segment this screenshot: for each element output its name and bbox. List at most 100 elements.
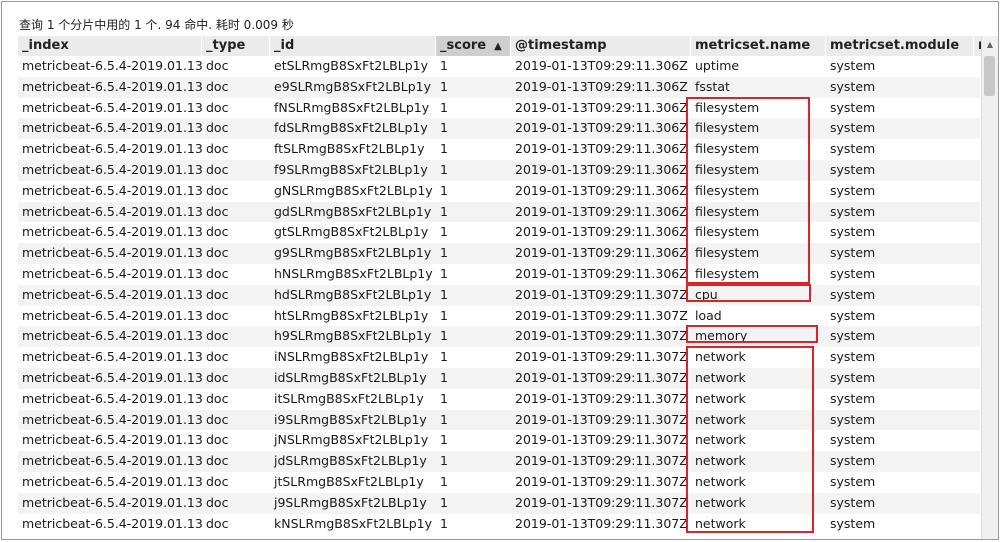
table-row[interactable]: metricbeat-6.5.4-2019.01.13 doc kNSLRmgB8S… (18, 514, 980, 535)
scroll-up-icon[interactable]: ▲ (982, 36, 998, 53)
vertical-scrollbar[interactable]: ▲ (981, 36, 998, 539)
cell-timestamp: 2019-01-13T09:29:11.307Z (511, 451, 691, 472)
cell-metricset-module: system (826, 326, 974, 348)
cell-more (974, 201, 980, 223)
cell-metricset-name: uptime (695, 58, 740, 73)
cell-more (974, 430, 980, 451)
cell-type: doc (206, 432, 229, 448)
cell-index: metricbeat-6.5.4-2019.01.13 (22, 515, 202, 531)
column-header-timestamp[interactable]: @timestamp (511, 36, 691, 56)
cell-type: doc (206, 474, 229, 489)
cell-score: 1 (436, 201, 511, 223)
column-header-metricset-name[interactable]: metricset.name (691, 36, 826, 56)
cell-more (974, 389, 980, 410)
cell-more (974, 451, 980, 472)
cell-metricset-module: system (826, 76, 974, 98)
cell-type: doc (202, 451, 270, 472)
column-header-score[interactable]: _score ▲ (436, 36, 511, 56)
cell-more (974, 472, 980, 493)
cell-index: metricbeat-6.5.4-2019.01.13 (18, 118, 202, 140)
table-row[interactable]: metricbeat-6.5.4-2019.01.13 doc iNSLRmgB8S… (18, 347, 980, 368)
cell-metricset-module: system (826, 160, 974, 181)
cell-score: 1 (436, 409, 511, 431)
cell-metricset-name: filesystem (691, 118, 826, 140)
cell-metricset-name: filesystem (691, 201, 826, 223)
cell-score: 1 (440, 182, 448, 198)
cell-index: metricbeat-6.5.4-2019.01.13 (22, 99, 202, 115)
sort-ascending-icon: ▲ (494, 41, 502, 52)
table-row[interactable]: metricbeat-6.5.4-2019.01.13 doc hNSLRmgB8S… (18, 264, 980, 285)
table-row[interactable]: metricbeat-6.5.4-2019.01.13 doc jtSLRmgB8S… (18, 472, 980, 493)
cell-more (974, 76, 980, 98)
cell-metricset-module: system (826, 368, 974, 389)
scrollbar-thumb[interactable] (984, 56, 995, 96)
table-row[interactable]: metricbeat-6.5.4-2019.01.13 doc h9SLRmgB8S… (18, 326, 980, 348)
cell-score: 1 (436, 492, 511, 514)
table-row[interactable]: metricbeat-6.5.4-2019.01.13 doc i9SLRmgB8S… (18, 409, 980, 431)
table-row[interactable]: metricbeat-6.5.4-2019.01.13 doc gdSLRmgB8S… (18, 201, 980, 223)
table-row[interactable]: metricbeat-6.5.4-2019.01.13 doc gtSLRmgB8S… (18, 222, 980, 243)
cell-metricset-module: system (826, 243, 974, 264)
table-row[interactable]: metricbeat-6.5.4-2019.01.13 doc fNSLRmgB8S… (18, 98, 980, 119)
cell-type: doc (206, 58, 229, 73)
table-row[interactable]: metricbeat-6.5.4-2019.01.13 doc j9SLRmgB8S… (18, 492, 980, 514)
cell-type: doc (202, 368, 270, 389)
cell-id: iNSLRmgB8SxFt2LBLp1y (274, 349, 429, 365)
cell-metricset-module: system (830, 266, 876, 281)
cell-score: 1 (440, 58, 448, 73)
cell-type: doc (206, 99, 229, 115)
table-row[interactable]: metricbeat-6.5.4-2019.01.13 doc e9SLRmgB8S… (18, 76, 980, 98)
table-row[interactable]: metricbeat-6.5.4-2019.01.13 doc gNSLRmgB8S… (18, 181, 980, 202)
column-header-type[interactable]: _type (202, 36, 270, 56)
cell-metricset-module: system (830, 224, 876, 240)
cell-timestamp: 2019-01-13T09:29:11.306Z (511, 76, 691, 98)
cell-timestamp: 2019-01-13T09:29:11.307Z (511, 492, 691, 514)
table-row[interactable]: metricbeat-6.5.4-2019.01.13 doc ftSLRmgB8S… (18, 139, 980, 160)
column-header-index[interactable]: _index (18, 36, 202, 56)
table-row[interactable]: metricbeat-6.5.4-2019.01.13 doc g9SLRmgB8S… (18, 243, 980, 264)
cell-metricset-name: load (695, 307, 722, 323)
table-row[interactable]: metricbeat-6.5.4-2019.01.13 doc idSLRmgB8S… (18, 368, 980, 389)
table-row[interactable]: metricbeat-6.5.4-2019.01.13 doc itSLRmgB8S… (18, 389, 980, 410)
cell-metricset-module: system (826, 118, 974, 140)
column-header-id[interactable]: _id (270, 36, 436, 56)
table-row[interactable]: metricbeat-6.5.4-2019.01.13 doc htSLRmgB8S… (18, 306, 980, 327)
cell-index: metricbeat-6.5.4-2019.01.13 (18, 201, 202, 223)
cell-metricset-module: system (826, 451, 974, 472)
cell-score: 1 (436, 368, 511, 389)
table-row[interactable]: metricbeat-6.5.4-2019.01.13 doc hdSLRmgB8S… (18, 284, 980, 306)
cell-index: metricbeat-6.5.4-2019.01.13 (18, 160, 202, 181)
table-row[interactable]: metricbeat-6.5.4-2019.01.13 doc f9SLRmgB8S… (18, 160, 980, 181)
cell-metricset-module: system (826, 409, 974, 431)
cell-timestamp: 2019-01-13T09:29:11.307Z (515, 349, 688, 365)
cell-more (974, 98, 980, 119)
cell-metricset-name: filesystem (695, 182, 760, 198)
cell-index: metricbeat-6.5.4-2019.01.13 (22, 266, 202, 281)
table-row[interactable]: metricbeat-6.5.4-2019.01.13 doc jdSLRmgB8S… (18, 451, 980, 472)
table-row[interactable]: metricbeat-6.5.4-2019.01.13 doc fdSLRmgB8S… (18, 118, 980, 140)
cell-type: doc (206, 515, 229, 531)
cell-metricset-name: filesystem (691, 243, 826, 264)
cell-metricset-module: system (826, 201, 974, 223)
cell-index: metricbeat-6.5.4-2019.01.13 (22, 224, 202, 240)
cell-timestamp: 2019-01-13T09:29:11.306Z (511, 201, 691, 223)
results-window: 查询 1 个分片中用的 1 个. 94 命中. 耗时 0.009 秒 _inde… (1, 1, 999, 540)
cell-more (974, 264, 980, 285)
cell-more (974, 306, 980, 327)
cell-id: htSLRmgB8SxFt2LBLp1y (274, 307, 429, 323)
cell-metricset-name: network (691, 368, 826, 389)
cell-index: metricbeat-6.5.4-2019.01.13 (18, 284, 202, 306)
cell-index: metricbeat-6.5.4-2019.01.13 (22, 432, 202, 448)
cell-type: doc (202, 160, 270, 181)
cell-timestamp: 2019-01-13T09:29:11.306Z (511, 160, 691, 181)
table-row[interactable]: metricbeat-6.5.4-2019.01.13 doc etSLRmgB8S… (18, 56, 980, 77)
cell-type: doc (202, 326, 270, 348)
cell-type: doc (206, 182, 229, 198)
table-row[interactable]: metricbeat-6.5.4-2019.01.13 doc jNSLRmgB8S… (18, 430, 980, 451)
cell-timestamp: 2019-01-13T09:29:11.307Z (511, 368, 691, 389)
cell-metricset-module: system (830, 182, 876, 198)
cell-metricset-module: system (830, 349, 876, 365)
cell-metricset-name: fsstat (691, 76, 826, 98)
column-header-metricset-module[interactable]: metricset.module (826, 36, 974, 56)
cell-more (974, 409, 980, 431)
